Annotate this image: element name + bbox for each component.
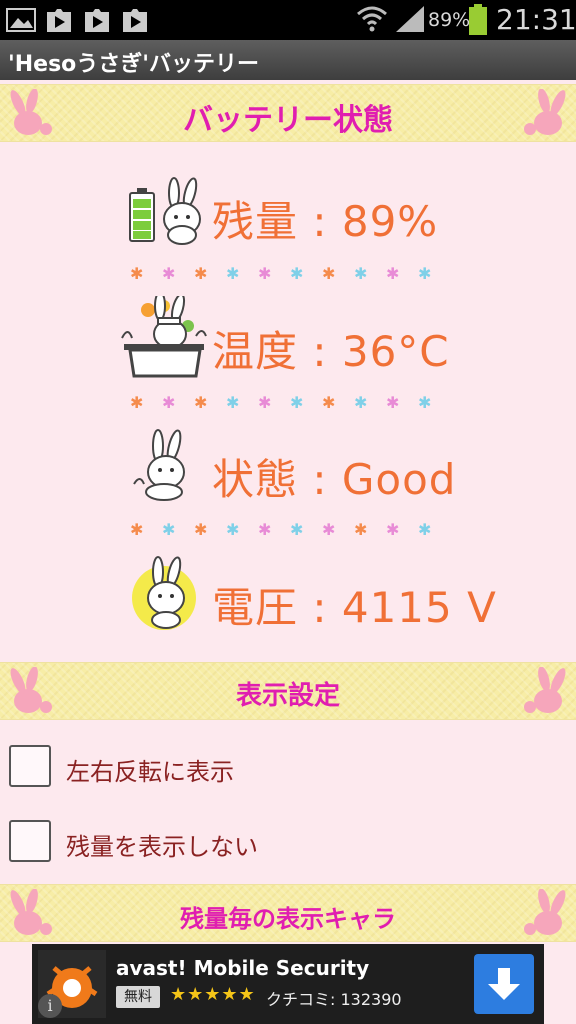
character-per-level-header: 残量毎の表示キャラ [0,884,576,942]
ad-banner[interactable]: avast! Mobile Security 無料 ★★★★★ クチコミ: 13… [32,944,544,1024]
svg-text:✱: ✱ [386,522,399,538]
svg-text:✱: ✱ [418,266,431,282]
bunny-bath-temperature-icon [121,296,207,378]
svg-text:✱: ✱ [130,395,143,411]
svg-text:✱: ✱ [162,395,175,411]
svg-text:✱: ✱ [290,395,303,411]
dotted-divider-3: ✱ ✱ ✱ ✱ ✱ ✱ ✱ ✱ ✱ ✱ [130,522,431,538]
signal-icon [396,6,424,32]
bunny-health-status-icon [133,429,185,501]
display-settings-title: 表示設定 [235,681,340,711]
svg-text:✱: ✱ [194,395,207,411]
dotted-divider-2: ✱ ✱ ✱ ✱ ✱ ✱ ✱ ✱ ✱ ✱ [130,395,431,411]
svg-text:✱: ✱ [194,266,207,282]
review-count: クチコミ: 132390 [266,990,402,1009]
clock: 21:31 [496,3,576,36]
rating-stars: ★★★★★ [170,984,256,1005]
hide-level-checkbox[interactable] [9,820,51,862]
svg-text:✱: ✱ [130,266,143,282]
app-title: 'Hesoうさぎ'バッテリー [8,52,260,77]
play-store-notification-icon [47,9,71,32]
ad-info-icon[interactable]: i [38,994,62,1018]
download-button[interactable] [474,954,534,1014]
temperature-value: 温度 : 36°C [212,327,450,376]
wifi-icon [357,6,387,32]
battery-status-header: バッテリー状態 [0,84,576,142]
character-per-level-title: 残量毎の表示キャラ [180,905,396,933]
svg-text:✱: ✱ [322,395,335,411]
download-arrow-icon [488,968,520,1000]
svg-text:✱: ✱ [226,522,239,538]
bunny-silhouette-icon-right [524,667,566,713]
health-status-value: 状態 : Good [212,455,457,504]
svg-text:✱: ✱ [162,522,175,538]
bunny-voltage-icon [132,556,196,630]
svg-text:✱: ✱ [322,522,335,538]
svg-text:✱: ✱ [418,395,431,411]
price-badge: 無料 [116,986,160,1008]
svg-text:✱: ✱ [386,395,399,411]
svg-text:✱: ✱ [258,395,271,411]
gallery-notification-icon [6,8,36,32]
svg-text:✱: ✱ [162,266,175,282]
battery-level-value: 残量 : 89% [212,197,439,246]
svg-text:✱: ✱ [258,522,271,538]
bunny-silhouette-icon-right [524,889,566,935]
mirror-display-label[interactable]: 左右反転に表示 [66,752,234,787]
svg-text:✱: ✱ [258,266,271,282]
svg-text:✱: ✱ [130,522,143,538]
battery-status-title: バッテリー状態 [183,103,393,138]
display-settings-header: 表示設定 [0,662,576,720]
voltage-value: 電圧 : 4115 V [212,583,497,632]
ad-app-name: avast! Mobile Security [116,956,370,980]
svg-text:✱: ✱ [354,522,367,538]
svg-text:✱: ✱ [226,266,239,282]
svg-text:✱: ✱ [354,395,367,411]
battery-icon [469,4,487,35]
status-bar: 89% 21:31 [0,0,576,40]
battery-percent-text: 89% [428,9,471,31]
mirror-display-checkbox[interactable] [9,745,51,787]
bunny-silhouette-icon-right [524,89,566,135]
hide-level-label[interactable]: 残量を表示しない [66,827,258,862]
svg-text:✱: ✱ [226,395,239,411]
dotted-divider-1: ✱ ✱ ✱ ✱ ✱ ✱ ✱ ✱ ✱ ✱ [130,266,431,282]
svg-text:✱: ✱ [354,266,367,282]
svg-text:✱: ✱ [290,522,303,538]
svg-text:✱: ✱ [290,266,303,282]
bunny-battery-level-icon [129,177,201,245]
svg-text:✱: ✱ [322,266,335,282]
play-store-notification-icon-2 [85,9,109,32]
svg-text:✱: ✱ [386,266,399,282]
svg-text:✱: ✱ [418,522,431,538]
app-title-bar: 'Hesoうさぎ'バッテリー [0,40,576,80]
play-store-notification-icon-3 [123,9,147,32]
svg-text:✱: ✱ [194,522,207,538]
